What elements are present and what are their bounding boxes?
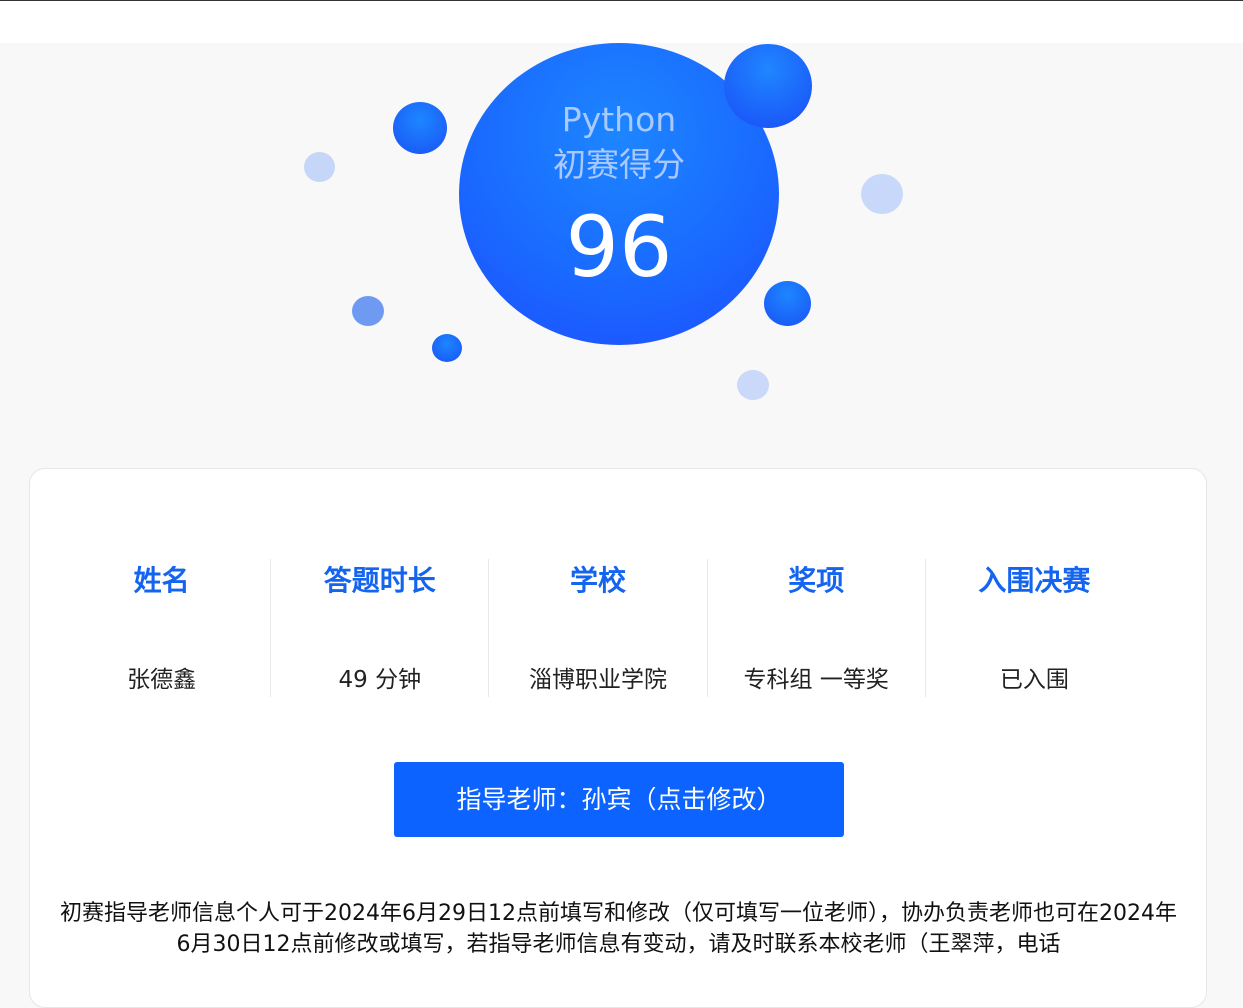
info-award: 奖项 专科组 一等奖: [706, 559, 925, 697]
decorative-bubble: [393, 102, 447, 154]
decorative-bubble: [737, 370, 769, 400]
info-row: 姓名 张德鑫 答题时长 49 分钟 学校 淄博职业学院 奖项 专科组 一等奖 入…: [53, 559, 1143, 697]
score-subject: Python: [561, 100, 677, 139]
edit-teacher-button[interactable]: 指导老师：孙宾（点击修改）: [394, 762, 844, 837]
info-value: 49 分钟: [338, 667, 422, 693]
decorative-bubble: [432, 334, 462, 362]
decorative-bubble: [304, 152, 335, 182]
info-label: 答题时长: [323, 564, 436, 597]
score-value: 96: [565, 198, 673, 296]
info-label: 奖项: [788, 564, 845, 597]
info-label: 入围决赛: [978, 564, 1091, 597]
decorative-bubble: [861, 174, 903, 214]
info-value: 已入围: [999, 667, 1069, 693]
top-bar: [0, 1, 1243, 43]
info-duration: 答题时长 49 分钟: [270, 559, 488, 697]
info-value: 张德鑫: [127, 667, 197, 693]
info-label: 姓名: [133, 564, 190, 597]
notice-text: 初赛指导老师信息个人可于2024年6月29日12点前填写和修改（仅可填写一位老师…: [60, 901, 1177, 957]
info-finals: 入围决赛 已入围: [924, 559, 1143, 697]
info-name: 姓名 张德鑫: [53, 559, 270, 697]
info-label: 学校: [570, 564, 627, 597]
info-value: 淄博职业学院: [529, 667, 667, 693]
decorative-bubble: [352, 296, 384, 326]
info-school: 学校 淄博职业学院: [488, 559, 706, 697]
info-value: 专科组 一等奖: [743, 667, 889, 693]
score-label: 初赛得分: [553, 145, 685, 184]
